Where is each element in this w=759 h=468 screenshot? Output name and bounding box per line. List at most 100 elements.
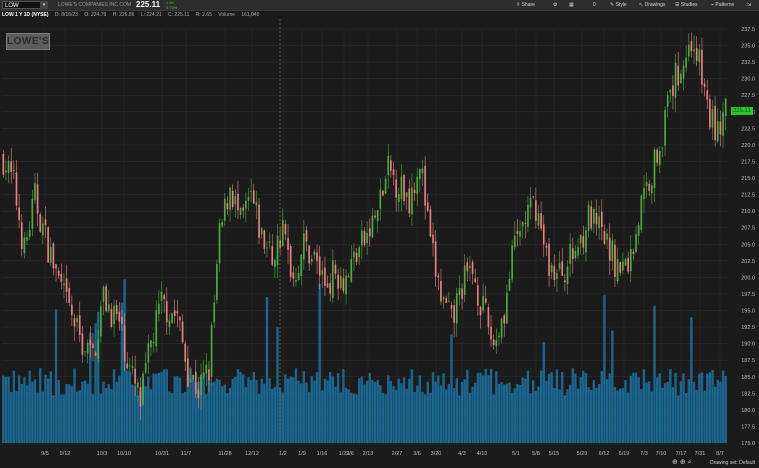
last-price: 225.11 [136,0,161,9]
volume-bar [152,373,155,443]
candle-body [445,298,448,303]
zoom-fit-icon[interactable]: ⊕ [672,459,678,466]
share-button[interactable]: ⇪ Share [516,0,535,10]
magnify-icon[interactable]: ⌕ [688,459,692,466]
volume-bar [31,381,34,443]
x-tick-label: 1/16 [317,451,328,457]
candle-body [31,199,34,229]
expand-icon[interactable]: ⇲ [747,0,751,10]
drawings-button[interactable]: ↖ Drawings [639,0,665,10]
candle-body [165,301,168,323]
price-chart[interactable]: 175.0 177.5 180.0 182.5 185.0 187.5 190.0 192.5… [0,19,759,458]
candle-body [611,240,614,262]
candle-body [345,275,347,295]
candle-body [661,147,664,149]
candle-body [210,324,213,378]
volume-bar [666,381,669,443]
volume-bar [571,368,574,443]
style-button[interactable]: ✎ Style [610,0,627,10]
candle-body [484,298,487,303]
volume-bar [157,373,161,443]
volume-bar [437,375,440,443]
zoom-in-icon[interactable]: ⊕ [680,459,686,466]
volume-bar [716,379,719,443]
volume-bar [342,369,345,443]
info-range: R: 2.65 [195,12,212,18]
volume-bar [350,392,353,443]
volume-bar [205,394,208,443]
grid-icon[interactable]: ▦ [569,0,574,10]
volume-bar [674,372,677,443]
patterns-button[interactable]: ⌁ Patterns [711,0,734,10]
volume-bar [46,378,50,443]
x-tick-label: 3/6 [413,451,421,457]
candle-body [255,202,258,206]
volume-bar [23,377,26,443]
candle-body [432,234,434,244]
candle-body [208,369,210,381]
x-tick-label: 10/3 [97,451,108,457]
candle-body [78,315,81,336]
volume-bar [94,323,97,443]
candle-body [524,222,527,224]
candle-body [529,198,532,208]
volume-bar [15,391,18,443]
candle-body [434,241,437,277]
volume-bar [334,386,337,443]
volume-bar [582,370,585,443]
candle-body [463,265,466,295]
volume-bar [273,387,277,443]
volume-bar [529,393,532,443]
gear-icon[interactable]: ⚙ [553,0,557,10]
x-tick-label: 5/8 [532,451,540,457]
volume-bar [532,380,535,443]
candle-body [376,210,379,222]
volume-bar [592,380,596,443]
candle-body [593,208,595,224]
candle-body [595,213,598,225]
candle-body [429,209,432,237]
candle-body [542,224,545,245]
volume-bar [326,380,329,443]
candle-body [337,274,339,289]
x-tick-label: 11/28 [218,451,231,457]
volume-bar [508,382,511,443]
volume-bar [416,385,419,443]
x-tick-label: 3/20 [431,451,442,457]
volume-bar [379,384,382,443]
symbol-input[interactable]: LOW [2,1,42,9]
candle-body [550,264,553,273]
candle-body [690,41,693,52]
candle-body [142,373,144,405]
volume-bar [86,383,89,443]
candle-body [627,257,629,272]
candle-body [561,261,564,276]
symbol-dropdown-icon[interactable]: ▾ [40,1,48,9]
volume-bar [358,378,361,443]
studies-button[interactable]: ☰ Studies [675,0,698,10]
volume-bar [284,374,287,443]
candle-body [577,247,579,256]
candle-body [574,250,577,259]
y-tick-label: 220.0 [741,143,755,149]
volume-bar [421,391,424,443]
volume-bar [126,370,129,443]
candle-body [569,243,571,264]
candle-body [179,316,181,321]
volume-bar [397,378,400,443]
volume-bar [226,392,229,443]
volume-bar [584,373,588,443]
settings-value[interactable]: 0 [593,0,596,10]
candle-body [110,309,113,327]
volume-bar [228,387,232,443]
candle-body [260,228,263,235]
top-toolbar: LOW ▾ LOWE'S COMPANIES INC COM 225.11 1.… [0,0,759,11]
volume-bar [376,380,379,443]
candle-body [342,278,345,291]
candle-body [545,245,548,248]
drawing-set[interactable]: Drawing set: Default [710,459,755,467]
volume-bar [684,392,688,443]
volume-bar [220,386,224,443]
candle-body [706,90,709,100]
volume-bar [360,376,364,443]
